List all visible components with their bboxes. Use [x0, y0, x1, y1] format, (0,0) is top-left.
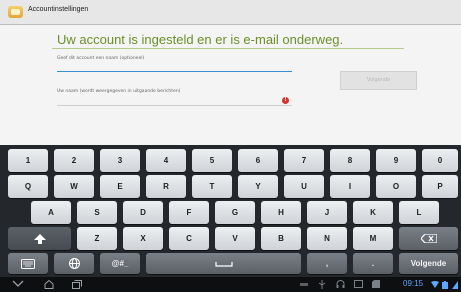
key-p[interactable]: P	[422, 175, 458, 198]
wifi-icon	[431, 281, 439, 288]
key-u[interactable]: U	[284, 175, 324, 198]
home-icon[interactable]	[44, 280, 54, 289]
key-q[interactable]: Q	[8, 175, 48, 198]
key-e[interactable]: E	[100, 175, 140, 198]
error-icon: !	[282, 97, 289, 104]
sd-card-icon	[372, 280, 380, 288]
key-k[interactable]: K	[353, 201, 393, 224]
key-7[interactable]: 7	[284, 149, 324, 172]
key-d[interactable]: D	[123, 201, 163, 224]
email-app-icon	[8, 6, 23, 18]
keyboard-icon	[21, 258, 35, 269]
space-bar-icon	[214, 261, 233, 267]
backspace-icon	[420, 234, 437, 243]
key-o[interactable]: O	[376, 175, 416, 198]
signal-icon	[452, 281, 458, 289]
heading-divider	[52, 48, 404, 49]
key-h[interactable]: H	[261, 201, 301, 224]
next-button[interactable]: Volgende	[340, 71, 417, 90]
key-6[interactable]: 6	[238, 149, 278, 172]
comma-key[interactable]: ,	[307, 253, 347, 274]
headset-icon	[336, 280, 345, 288]
key-1[interactable]: 1	[8, 149, 48, 172]
globe-icon	[68, 258, 80, 269]
key-n[interactable]: N	[307, 227, 347, 250]
setup-form: Uw account is ingesteld en er is e-mail …	[0, 25, 461, 145]
key-i[interactable]: I	[330, 175, 370, 198]
language-key[interactable]	[54, 253, 94, 274]
status-clock: 09:15	[403, 279, 424, 288]
shift-key[interactable]	[8, 227, 71, 250]
key-t[interactable]: T	[192, 175, 232, 198]
page-heading: Uw account is ingesteld en er is e-mail …	[57, 32, 344, 47]
key-m[interactable]: M	[353, 227, 393, 250]
key-y[interactable]: Y	[238, 175, 278, 198]
key-3[interactable]: 3	[100, 149, 140, 172]
key-s[interactable]: S	[77, 201, 117, 224]
usb-icon	[318, 280, 326, 289]
shift-arrow-icon	[33, 233, 46, 244]
key-c[interactable]: C	[169, 227, 209, 250]
screenshot-icon	[354, 280, 363, 288]
backspace-key[interactable]	[399, 227, 458, 250]
account-name-input[interactable]	[57, 71, 292, 72]
key-f[interactable]: F	[169, 201, 209, 224]
key-g[interactable]: G	[215, 201, 255, 224]
recent-apps-icon[interactable]	[72, 280, 82, 289]
window-title: Accountinstellingen	[28, 6, 89, 13]
key-0[interactable]: 0	[422, 149, 458, 172]
notification-icon	[300, 283, 308, 286]
symbols-key[interactable]: @#_	[100, 253, 140, 274]
navigation-bar: 09:15	[0, 277, 461, 292]
on-screen-keyboard: 1 2 3 4 5 6 7 8 9 0 Q W E R T Y U I O P …	[0, 145, 461, 277]
screen: Accountinstellingen Uw account is ingest…	[0, 0, 461, 292]
key-j[interactable]: J	[307, 201, 347, 224]
key-l[interactable]: L	[399, 201, 439, 224]
key-8[interactable]: 8	[330, 149, 370, 172]
key-5[interactable]: 5	[192, 149, 232, 172]
key-4[interactable]: 4	[146, 149, 186, 172]
battery-icon	[442, 281, 448, 289]
key-b[interactable]: B	[261, 227, 301, 250]
title-bar: Accountinstellingen	[0, 0, 461, 25]
enter-key[interactable]: Volgende	[399, 253, 458, 274]
key-a[interactable]: A	[31, 201, 71, 224]
account-name-label: Geef dit account een naam (optioneel)	[57, 56, 145, 61]
chevron-down-icon[interactable]	[12, 280, 24, 288]
user-name-label: Uw naam (wordt weergegeven in uitgaande …	[57, 89, 181, 94]
user-name-input[interactable]	[57, 105, 292, 106]
period-key[interactable]: .	[353, 253, 393, 274]
key-v[interactable]: V	[215, 227, 255, 250]
key-9[interactable]: 9	[376, 149, 416, 172]
key-w[interactable]: W	[54, 175, 94, 198]
key-z[interactable]: Z	[77, 227, 117, 250]
key-2[interactable]: 2	[54, 149, 94, 172]
keyboard-settings-key[interactable]	[8, 253, 48, 274]
key-x[interactable]: X	[123, 227, 163, 250]
key-r[interactable]: R	[146, 175, 186, 198]
space-key[interactable]	[146, 253, 301, 274]
